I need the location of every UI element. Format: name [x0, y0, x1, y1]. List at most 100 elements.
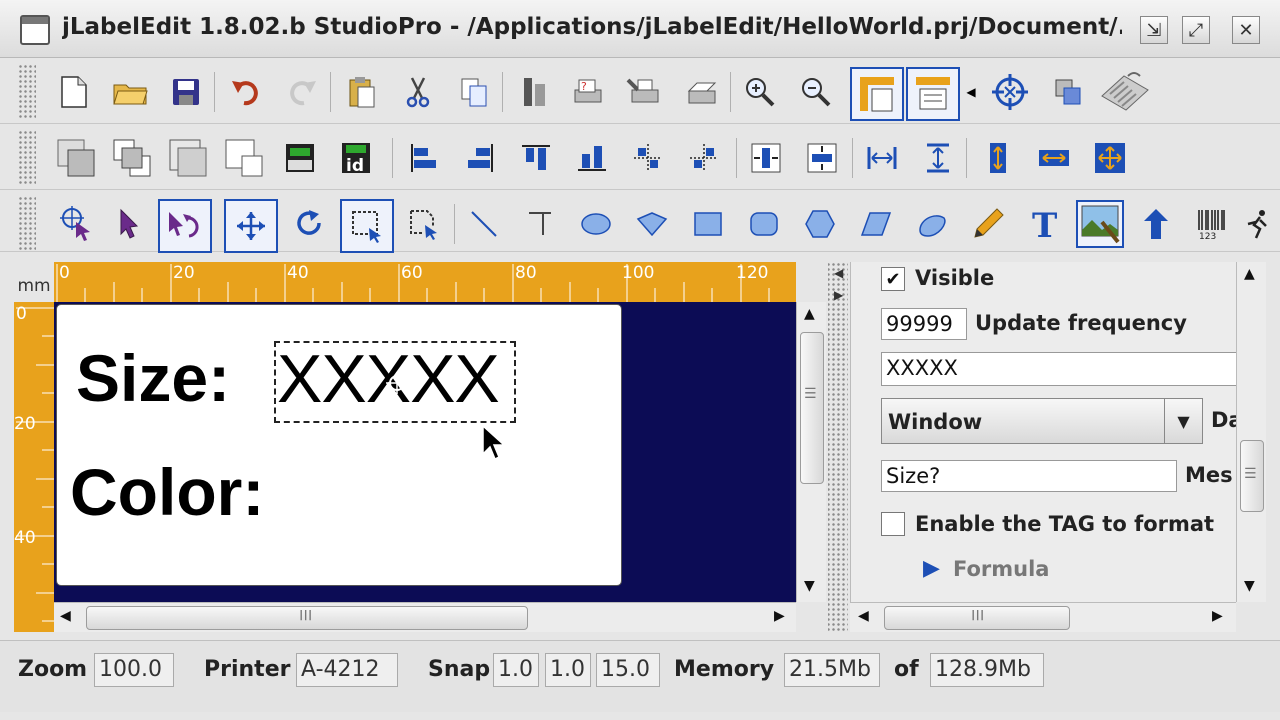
- align-bottom-icon[interactable]: [570, 136, 614, 180]
- pencil-icon[interactable]: [966, 202, 1010, 246]
- redo-icon[interactable]: [280, 70, 324, 114]
- formula-label[interactable]: Formula: [953, 557, 1049, 581]
- print-settings-icon[interactable]: ?: [566, 70, 610, 114]
- center-h-icon[interactable]: [626, 136, 670, 180]
- collapse-right-icon[interactable]: ▶: [834, 288, 843, 302]
- title-bar: jLabelEdit 1.8.02.b StudioPro - /Applica…: [0, 0, 1280, 58]
- ruler-tick-label: 60: [401, 263, 423, 283]
- scroll-right-icon[interactable]: ▶: [774, 608, 785, 624]
- distribute-h-icon[interactable]: [744, 136, 788, 180]
- crosshair-icon: [386, 372, 408, 394]
- message-input[interactable]: Size?: [881, 460, 1177, 492]
- update-frequency-input[interactable]: 99999: [881, 308, 967, 340]
- scroll-up-icon[interactable]: ▲: [804, 306, 815, 322]
- space-v-icon[interactable]: [916, 136, 960, 180]
- align-right-icon[interactable]: [458, 136, 502, 180]
- text-value-input[interactable]: XXXXX: [881, 352, 1236, 386]
- datasource-select[interactable]: Window ▼: [881, 398, 1203, 444]
- sdk-icon[interactable]: [278, 136, 322, 180]
- memory-of-label: of: [894, 657, 919, 682]
- chevron-down-icon[interactable]: ▼: [1164, 399, 1202, 443]
- open-folder-icon[interactable]: [108, 70, 152, 114]
- toolbar-grip[interactable]: [18, 130, 36, 184]
- scroll-up-icon[interactable]: ▲: [1244, 266, 1255, 282]
- toolbar-overflow-icon[interactable]: ◀: [964, 70, 978, 114]
- new-document-icon[interactable]: [52, 70, 96, 114]
- ellipse-icon[interactable]: [574, 202, 618, 246]
- parallelogram-icon[interactable]: [854, 202, 898, 246]
- text-icon[interactable]: T: [1022, 202, 1066, 246]
- zoom-out-icon[interactable]: [794, 70, 838, 114]
- select-shape-icon[interactable]: [402, 202, 446, 246]
- rotate-pointer-icon[interactable]: [158, 199, 212, 253]
- maximize-icon[interactable]: ⤢: [1182, 16, 1210, 44]
- page-layout-icon[interactable]: [850, 67, 904, 121]
- align-left-icon[interactable]: [402, 136, 446, 180]
- space-h-icon[interactable]: [860, 136, 904, 180]
- line-icon[interactable]: [462, 202, 506, 246]
- snap-angle-value: 15.0: [596, 653, 660, 687]
- close-icon[interactable]: ✕: [1232, 16, 1260, 44]
- copy-icon[interactable]: [452, 70, 496, 114]
- visible-checkbox[interactable]: ✔: [881, 267, 905, 291]
- size-both-icon[interactable]: [1088, 136, 1132, 180]
- rounded-rect-icon[interactable]: [742, 202, 786, 246]
- scroll-down-icon[interactable]: ▼: [1244, 578, 1255, 594]
- panel-vertical-scrollbar[interactable]: ▲ ☰ ▼: [1236, 262, 1266, 602]
- distribute-v-icon[interactable]: [800, 136, 844, 180]
- scroll-left-icon[interactable]: ◀: [60, 608, 71, 624]
- height-icon[interactable]: [976, 136, 1020, 180]
- bring-front-icon[interactable]: [54, 136, 98, 180]
- canvas-horizontal-scrollbar[interactable]: ◀ ☰ ▶: [54, 602, 796, 632]
- diamond-icon[interactable]: [630, 202, 674, 246]
- collapse-left-icon[interactable]: ◀: [834, 266, 843, 280]
- toolbar-grip[interactable]: [18, 64, 36, 118]
- select-area-icon[interactable]: [340, 199, 394, 253]
- shadow-back-icon[interactable]: [222, 136, 266, 180]
- refresh-icon[interactable]: [288, 202, 332, 246]
- pointer-icon[interactable]: [106, 202, 150, 246]
- target-pointer-icon[interactable]: [54, 202, 98, 246]
- align-top-icon[interactable]: [514, 136, 558, 180]
- save-icon[interactable]: [164, 70, 208, 114]
- shadow-front-icon[interactable]: [166, 136, 210, 180]
- scroll-right-icon[interactable]: ▶: [1212, 608, 1223, 624]
- runner-icon[interactable]: [1244, 202, 1280, 246]
- cut-icon[interactable]: [396, 70, 440, 114]
- scroll-left-icon[interactable]: ◀: [858, 608, 869, 624]
- arrow-up-icon[interactable]: [1134, 202, 1178, 246]
- center-v-icon[interactable]: [682, 136, 726, 180]
- target-icon[interactable]: [988, 70, 1032, 114]
- panel-horizontal-scrollbar[interactable]: ◀ ☰ ▶: [850, 602, 1236, 632]
- zoom-in-icon[interactable]: [738, 70, 782, 114]
- send-back-icon[interactable]: [110, 136, 154, 180]
- scrollbar-thumb[interactable]: [800, 332, 824, 484]
- image-icon[interactable]: [1076, 200, 1124, 248]
- printer-setup-icon[interactable]: [622, 70, 666, 114]
- canvas-vertical-scrollbar[interactable]: ▲ ☰ ▼: [796, 302, 826, 602]
- id-icon[interactable]: id: [334, 136, 378, 180]
- page-margin-icon[interactable]: [906, 67, 960, 121]
- minimize-icon[interactable]: ⇲: [1140, 16, 1168, 44]
- hexagon-icon[interactable]: [798, 202, 842, 246]
- size-label-text[interactable]: Size:: [76, 340, 230, 416]
- properties-icon[interactable]: [512, 70, 556, 114]
- barcode-icon[interactable]: 123: [1190, 202, 1234, 246]
- rectangle-icon[interactable]: [686, 202, 730, 246]
- tag-format-checkbox[interactable]: [881, 512, 905, 536]
- scroll-down-icon[interactable]: ▼: [804, 578, 815, 594]
- undo-icon[interactable]: [224, 70, 268, 114]
- tline-icon[interactable]: [518, 202, 562, 246]
- expand-triangle-icon[interactable]: ▶: [923, 556, 940, 581]
- blob-icon[interactable]: [910, 202, 954, 246]
- move-icon[interactable]: [224, 199, 278, 253]
- keyboard-icon[interactable]: [1098, 70, 1150, 114]
- paste-icon[interactable]: [340, 70, 384, 114]
- color-label-text[interactable]: Color:: [70, 454, 264, 530]
- vertical-ruler: 0 20 40: [14, 302, 54, 632]
- print-icon[interactable]: [680, 70, 724, 114]
- toolbar-grip[interactable]: [18, 196, 36, 250]
- split-pane-divider[interactable]: ◀ ▶: [828, 262, 848, 632]
- duplicate-icon[interactable]: [1046, 70, 1090, 114]
- width-icon[interactable]: [1032, 136, 1076, 180]
